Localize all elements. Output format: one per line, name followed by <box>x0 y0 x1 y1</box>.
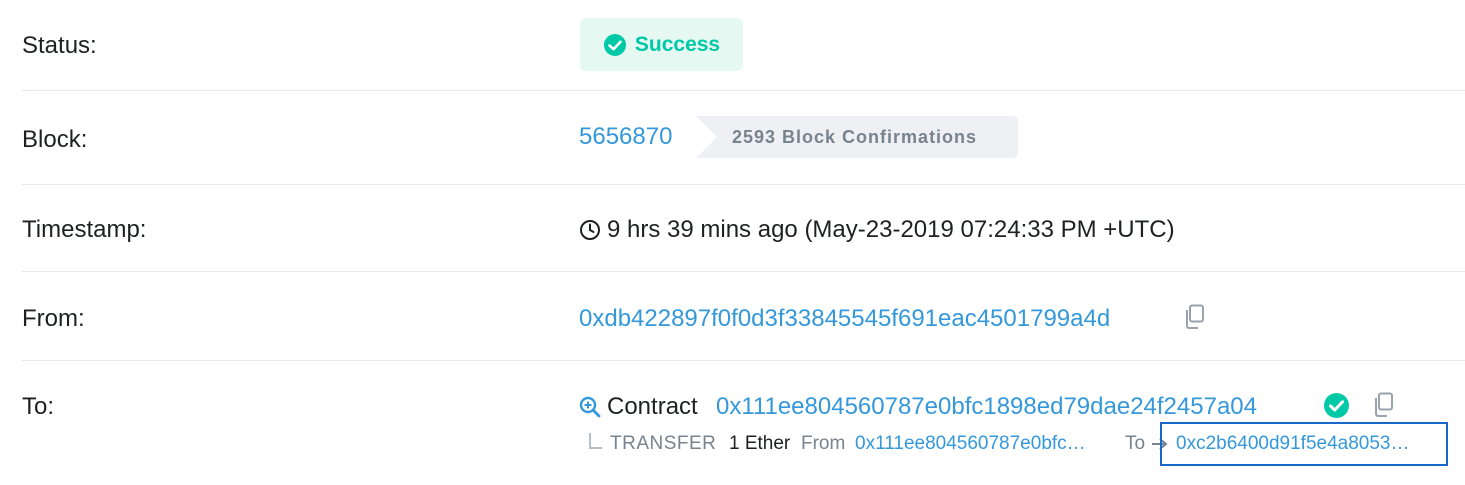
status-row: Status: Success <box>22 0 1465 91</box>
from-address-link[interactable]: 0xdb422897f0f0d3f33845545f691eac4501799a… <box>579 305 1110 333</box>
contract-prefix: Contract <box>607 393 698 420</box>
status-value: Success <box>634 32 721 56</box>
check-circle-icon <box>603 33 626 56</box>
from-row: From: 0xdb422897f0f0d3f33845545f691eac45… <box>22 272 1465 361</box>
to-label: To: <box>22 393 55 420</box>
transfer-type: TRANSFER <box>610 433 717 454</box>
from-label: From: <box>22 305 85 332</box>
copy-icon[interactable] <box>1372 392 1396 423</box>
timestamp-value: 9 hrs 39 mins ago (May-23-2019 07:24:33 … <box>607 216 1175 243</box>
block-confirmations-badge: 2593 Block Confirmations <box>696 116 1018 158</box>
transfer-from-label: From <box>801 433 846 454</box>
timestamp-row: Timestamp: 9 hrs 39 mins ago (May-23-201… <box>22 185 1465 272</box>
transfer-from-address-link[interactable]: 0x111ee804560787e0bfc… <box>855 433 1086 455</box>
block-row: Block: 5656870 2593 Block Confirmations <box>22 91 1465 185</box>
sub-arrow-icon <box>588 433 604 456</box>
transfer-to-label: To <box>1125 433 1146 454</box>
search-contract-icon[interactable] <box>579 396 601 423</box>
transfer-amount: 1 Ether <box>729 433 791 454</box>
to-address-link[interactable]: 0x111ee804560787e0bfc1898ed79dae24f2457a… <box>716 393 1257 421</box>
timestamp-label: Timestamp: <box>22 216 147 243</box>
status-label: Status: <box>22 32 97 59</box>
status-badge: Success <box>580 18 743 71</box>
transfer-to-address-link[interactable]: 0xc2b6400d91f5e4a8053… <box>1176 433 1409 455</box>
clock-icon <box>579 219 601 246</box>
verified-check-icon <box>1323 392 1350 424</box>
copy-icon[interactable] <box>1183 304 1207 335</box>
block-label: Block: <box>22 126 88 153</box>
block-number-link[interactable]: 5656870 <box>579 123 672 151</box>
